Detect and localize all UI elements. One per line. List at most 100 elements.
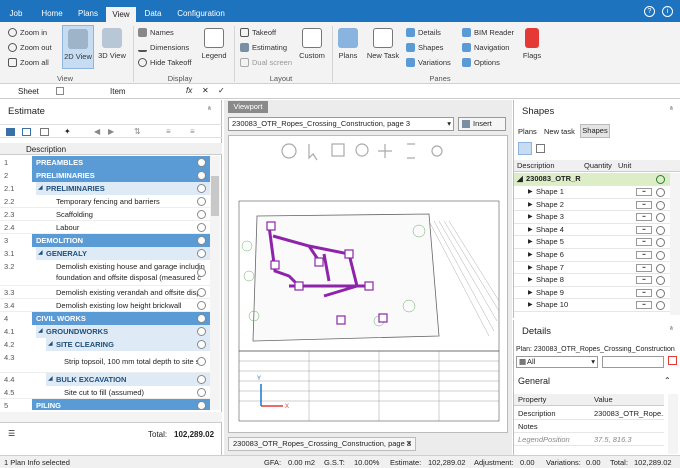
- viewport-tab[interactable]: Viewport: [228, 101, 268, 113]
- expand-icon[interactable]: ▶: [528, 299, 533, 312]
- dual-screen-button[interactable]: Dual screen: [240, 58, 292, 67]
- tab-plans[interactable]: Plans: [72, 6, 104, 22]
- eye-icon[interactable]: [656, 188, 665, 197]
- plan-page-tab[interactable]: 230083_OTR_Ropes_Crossing_Construction, …: [228, 437, 416, 451]
- quantity-column[interactable]: Quantity: [584, 160, 612, 172]
- status-circle-icon[interactable]: [197, 197, 206, 206]
- estimate-row[interactable]: 2 PRELIMINARIES: [0, 169, 210, 182]
- estimate-row[interactable]: 5 PILING: [0, 399, 210, 410]
- tab-plans[interactable]: Plans: [518, 127, 537, 136]
- shape-style-icon[interactable]: ━: [636, 213, 652, 222]
- eye-icon[interactable]: [656, 175, 665, 184]
- status-circle-icon[interactable]: [197, 171, 206, 180]
- property-row[interactable]: Notes: [514, 420, 664, 433]
- estimate-row[interactable]: 4.4 ◢ BULK EXCAVATION: [0, 373, 210, 386]
- shape-style-icon[interactable]: ━: [636, 301, 652, 310]
- collapse-icon[interactable]: ◢: [38, 182, 43, 195]
- insert-button[interactable]: Insert: [458, 117, 506, 131]
- hide-takeoff-button[interactable]: Hide Takeoff: [138, 58, 191, 67]
- status-circle-icon[interactable]: [197, 340, 206, 349]
- collapse-icon[interactable]: ◢: [38, 247, 43, 260]
- expand-icon[interactable]: ▶: [528, 186, 533, 199]
- new-task-button[interactable]: New Task: [365, 28, 401, 60]
- shape-style-icon[interactable]: ━: [636, 263, 652, 272]
- scroll-thumb[interactable]: [211, 176, 219, 216]
- view-3d-button[interactable]: 3D View: [97, 28, 127, 60]
- tab-configuration[interactable]: Configuration: [172, 6, 230, 22]
- tab-new-task[interactable]: New task: [544, 127, 575, 136]
- estimate-scrollbar[interactable]: [210, 156, 220, 410]
- details-pane-button[interactable]: Details: [406, 28, 441, 37]
- eye-icon[interactable]: [656, 276, 665, 286]
- legend-button[interactable]: Legend: [200, 28, 228, 60]
- shape-style-icon[interactable]: ━: [636, 251, 652, 259]
- shape-row[interactable]: ▶ Shape 5 ━: [514, 236, 680, 249]
- description-column[interactable]: Description: [517, 160, 555, 172]
- status-circle-icon[interactable]: [197, 249, 206, 258]
- shape-row[interactable]: ▶ Shape 8 ━: [514, 274, 680, 287]
- tab-home[interactable]: Home: [36, 6, 68, 22]
- shape-style-icon[interactable]: ━: [636, 225, 652, 234]
- tab-shapes[interactable]: Shapes: [580, 124, 610, 138]
- status-circle-icon[interactable]: [197, 375, 206, 384]
- fx-icon[interactable]: fx: [186, 86, 192, 95]
- expand-icon[interactable]: ▶: [528, 262, 533, 275]
- property-row[interactable]: LegendPosition 37.5, 816.3: [514, 433, 664, 446]
- flags-button[interactable]: Flags: [520, 28, 544, 60]
- status-circle-icon[interactable]: [197, 401, 206, 410]
- status-circle-icon[interactable]: [197, 327, 206, 336]
- status-circle-icon[interactable]: [197, 210, 206, 219]
- status-circle-icon[interactable]: [197, 268, 206, 277]
- shape-tool-icon[interactable]: [518, 142, 532, 155]
- shape-row[interactable]: ▶ Shape 2 ━: [514, 199, 680, 212]
- expand-icon[interactable]: ▶: [528, 211, 533, 224]
- status-circle-icon[interactable]: [197, 357, 206, 366]
- status-circle-icon[interactable]: [197, 223, 206, 232]
- estimate-row[interactable]: 2.1 ◢ PRELIMINARIES: [0, 182, 210, 195]
- takeoff-button[interactable]: Takeoff: [240, 28, 276, 37]
- close-icon[interactable]: ✕: [406, 438, 412, 450]
- collapse-icon[interactable]: ◢: [38, 325, 43, 338]
- status-circle-icon[interactable]: [197, 158, 206, 167]
- expand-icon[interactable]: ▶: [528, 249, 533, 262]
- general-section[interactable]: General: [518, 376, 550, 386]
- eye-icon[interactable]: [656, 213, 665, 223]
- view-2d-button[interactable]: 2D View: [62, 25, 94, 69]
- indent-icon[interactable]: ≡: [166, 127, 171, 136]
- property-row[interactable]: Description 230083_OTR_Rope...: [514, 407, 664, 420]
- shape-row[interactable]: ▶ Shape 9 ━: [514, 287, 680, 300]
- custom-layout-button[interactable]: Custom: [298, 28, 326, 60]
- accept-icon[interactable]: ✓: [218, 86, 225, 95]
- plans-pane-button[interactable]: Plans: [337, 28, 359, 60]
- eye-icon[interactable]: [656, 288, 665, 298]
- estimate-row[interactable]: 4 CIVIL WORKS: [0, 312, 210, 325]
- shape-row[interactable]: ▶ Shape 10 ━: [514, 299, 680, 312]
- collapse-icon[interactable]: ◢: [48, 373, 53, 386]
- plan-canvas[interactable]: Y X: [228, 135, 508, 433]
- eye-icon[interactable]: [656, 263, 665, 273]
- estimate-hscrollbar[interactable]: [0, 412, 222, 422]
- next-icon[interactable]: ▶: [108, 127, 114, 136]
- zoom-out-button[interactable]: Zoom out: [8, 43, 52, 52]
- status-circle-icon[interactable]: [197, 301, 206, 310]
- columns-icon[interactable]: [40, 128, 49, 136]
- bim-reader-button[interactable]: BIM Reader: [462, 28, 514, 37]
- shape-row[interactable]: ▶ Shape 7 ━: [514, 262, 680, 275]
- status-circle-icon[interactable]: [197, 314, 206, 323]
- outdent-icon[interactable]: ≡: [190, 127, 195, 136]
- shape-style-icon[interactable]: ━: [636, 200, 652, 209]
- variations-pane-button[interactable]: Variations: [406, 58, 451, 67]
- list-view-icon[interactable]: [22, 128, 31, 136]
- expand-icon[interactable]: ▶: [528, 224, 533, 237]
- eye-icon[interactable]: [656, 225, 665, 235]
- details-scrollbar[interactable]: [668, 394, 678, 454]
- plan-select[interactable]: 230083_OTR_Ropes_Crossing_Construction, …: [228, 117, 454, 131]
- tools-icon[interactable]: ✦: [64, 127, 71, 136]
- cancel-icon[interactable]: ✕: [202, 86, 209, 95]
- estimate-row[interactable]: 3.3 Demolish existing verandah and offsit…: [0, 286, 210, 299]
- status-circle-icon[interactable]: [197, 236, 206, 245]
- status-circle-icon[interactable]: [197, 388, 206, 397]
- shape-row[interactable]: ▶ Shape 4 ━: [514, 224, 680, 237]
- estimate-row[interactable]: 3 DEMOLITION: [0, 234, 210, 247]
- previous-icon[interactable]: ◀: [94, 127, 100, 136]
